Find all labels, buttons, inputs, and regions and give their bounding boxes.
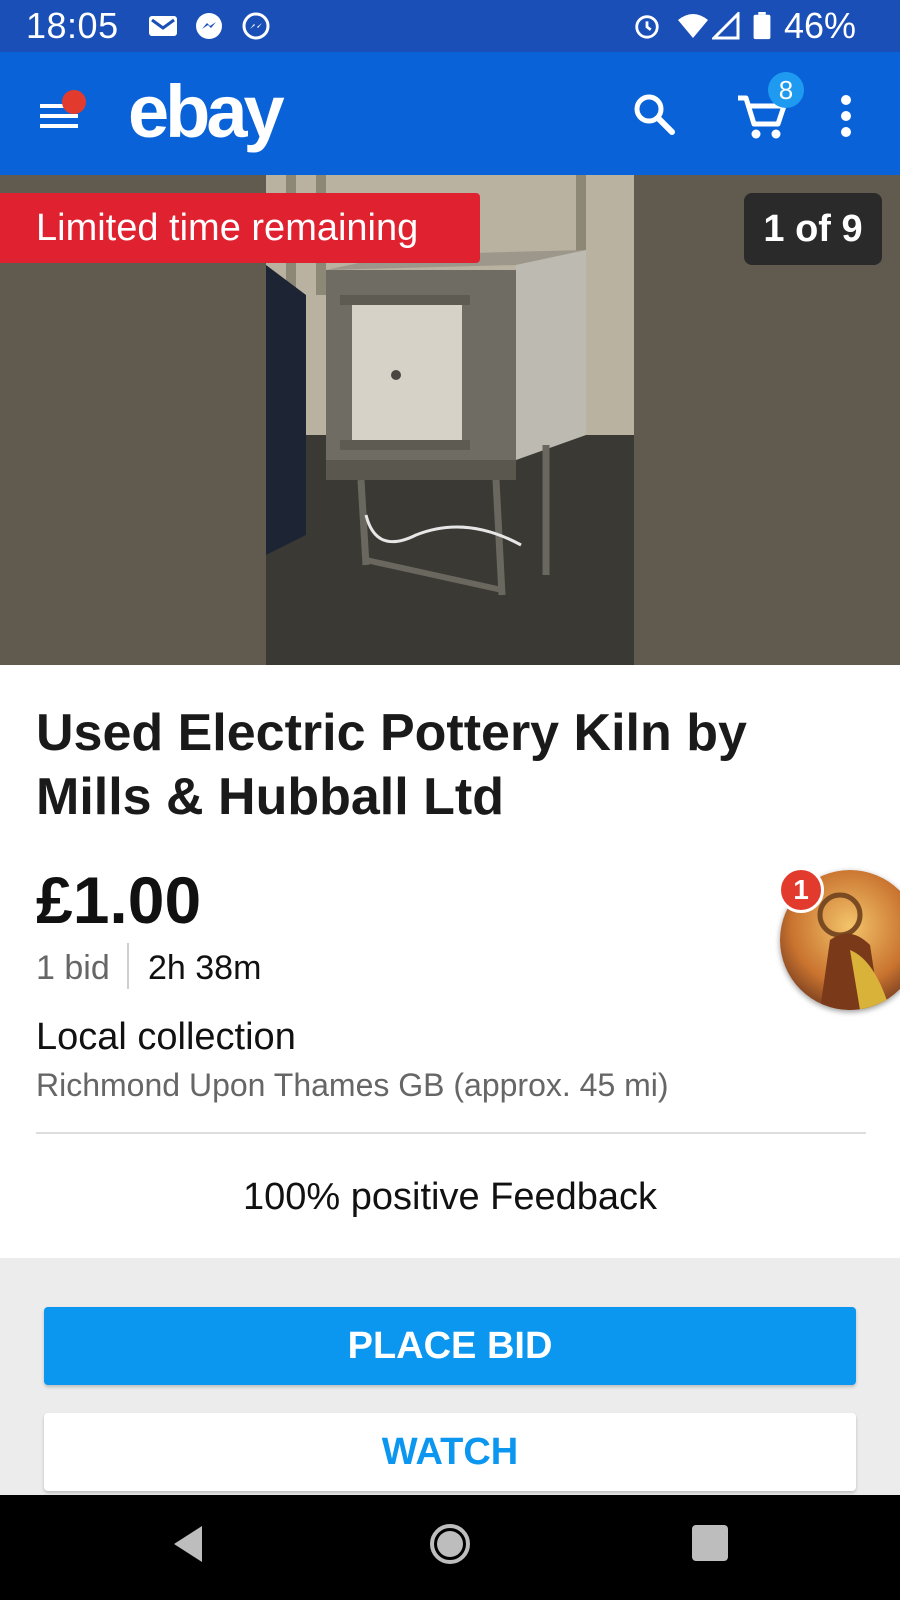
current-price: £1.00 (36, 863, 202, 937)
notification-dot (62, 90, 86, 114)
ebay-logo[interactable]: ebay (128, 72, 285, 152)
battery-level: 46% (783, 5, 856, 46)
status-bar: 18:05 46% (0, 0, 900, 52)
listing-title: Used Electric Pottery Kiln by Mills & Hu… (36, 704, 747, 826)
wifi-icon (678, 14, 708, 38)
messenger-outline-icon (242, 12, 270, 40)
seller-feedback[interactable]: 100% positive Feedback (0, 1175, 900, 1219)
gmail-icon (149, 16, 177, 36)
menu-button[interactable] (36, 90, 86, 140)
alarm-icon (635, 15, 659, 39)
place-bid-button[interactable]: PLACE BID (44, 1307, 856, 1385)
bid-count[interactable]: 1 bid (36, 948, 110, 988)
status-time: 18:05 (26, 5, 119, 46)
battery-icon (753, 12, 771, 40)
time-remaining: 2h 38m (148, 949, 262, 987)
system-navigation-bar (0, 1495, 900, 1600)
cart-count-badge: 8 (768, 72, 804, 108)
messenger-icon (196, 13, 222, 39)
watch-button[interactable]: WATCH (44, 1413, 856, 1491)
home-icon[interactable] (428, 1522, 472, 1566)
limited-time-banner: Limited time remaining (0, 193, 480, 263)
app-bar: ebay 8 (0, 52, 900, 175)
listing-image-carousel[interactable]: Limited time remaining 1 of 9 (0, 175, 900, 665)
signal-icon (712, 12, 740, 40)
chat-head-badge: 1 (778, 867, 824, 913)
more-options-icon[interactable] (836, 90, 856, 142)
back-icon[interactable] (168, 1522, 208, 1566)
delivery-heading: Local collection (36, 1016, 296, 1058)
section-divider (36, 1132, 866, 1134)
listing-details: Used Electric Pottery Kiln by Mills & Hu… (0, 665, 900, 1258)
image-counter: 1 of 9 (744, 193, 882, 265)
bid-separator (127, 943, 129, 989)
recent-apps-icon[interactable] (692, 1525, 728, 1561)
delivery-location: Richmond Upon Thames GB (approx. 45 mi) (36, 1067, 669, 1103)
search-icon[interactable] (630, 90, 678, 138)
